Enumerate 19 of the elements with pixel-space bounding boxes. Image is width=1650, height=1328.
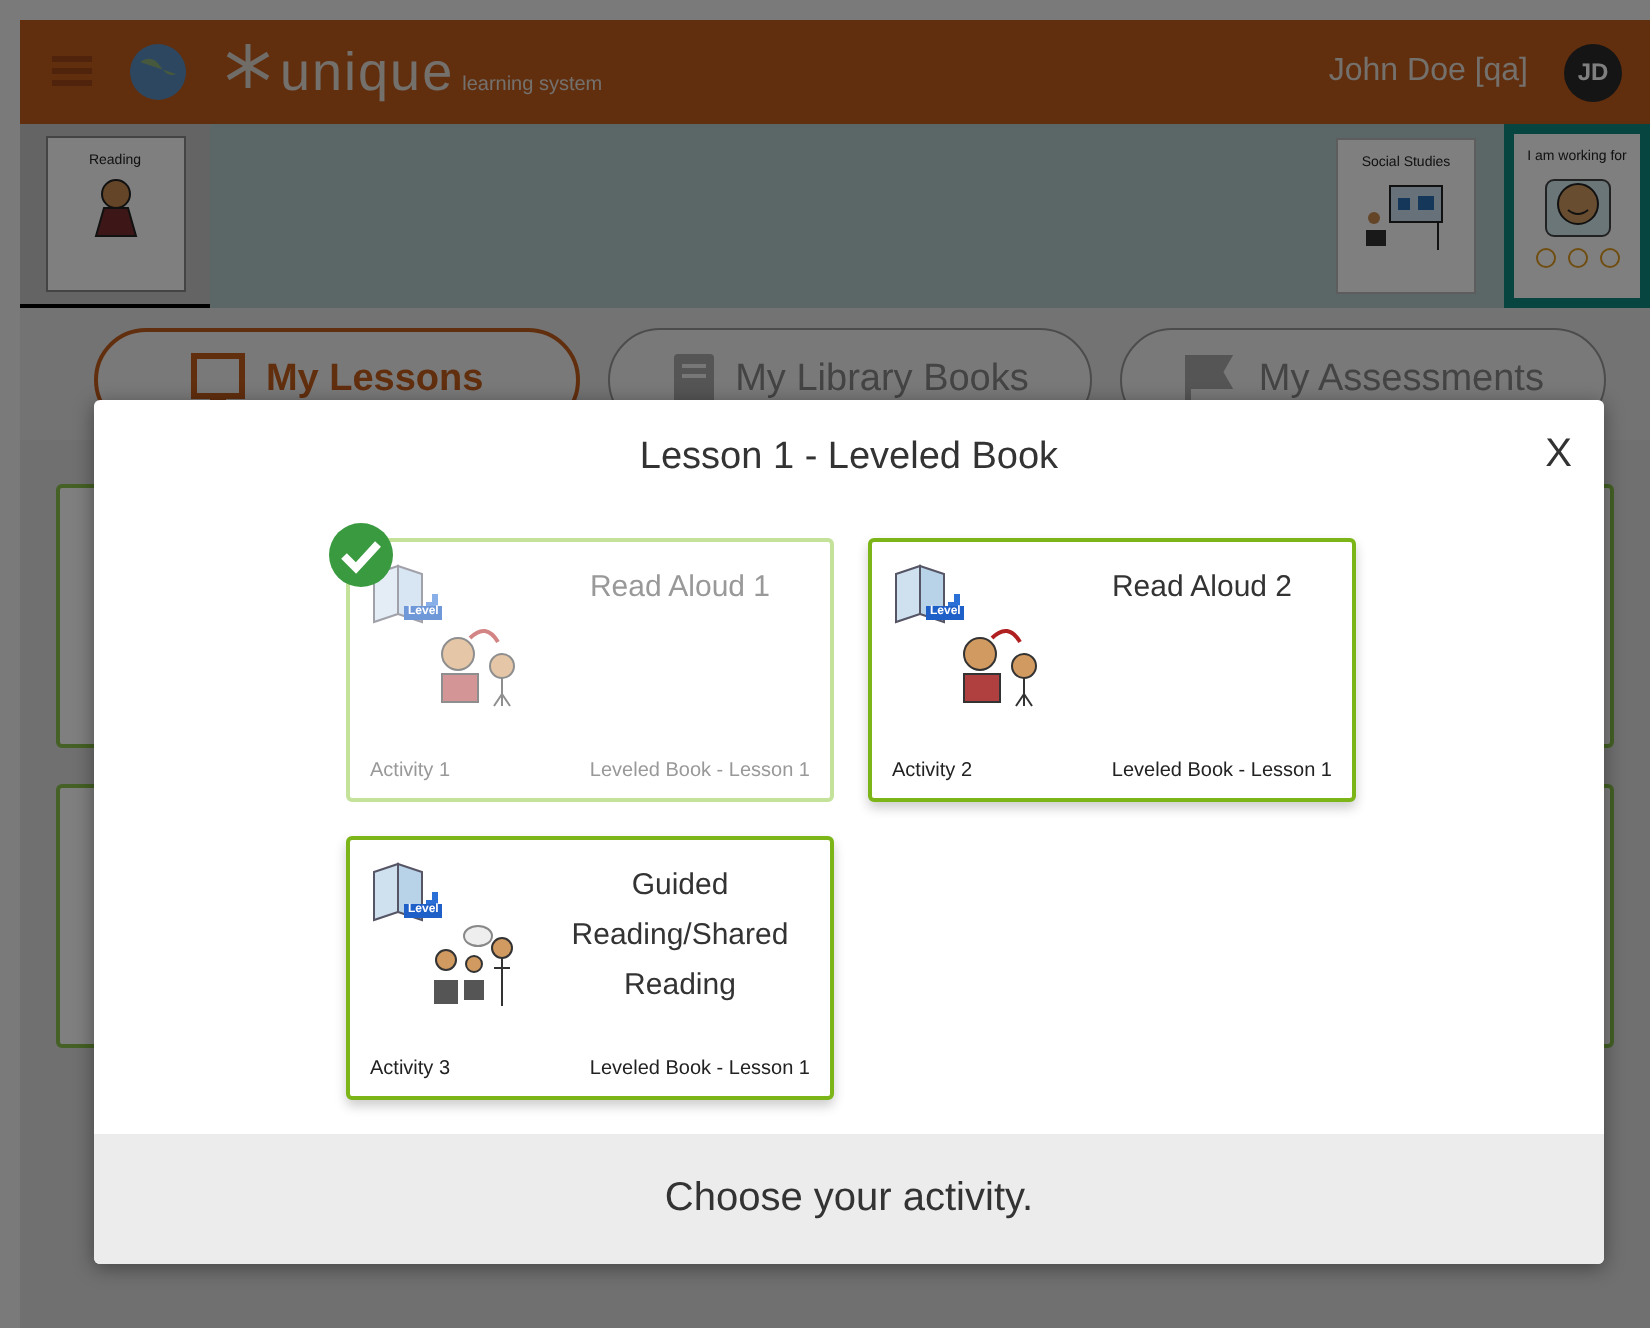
brand-tagline: learning system [462, 73, 603, 95]
activity-number: Activity 1 [370, 760, 451, 782]
user-avatar[interactable]: JD [1564, 43, 1622, 101]
lesson-name: Leveled Book - Lesson 1 [589, 760, 810, 782]
footer-prompt: Choose your activity. [664, 1176, 1034, 1222]
globe-logo-icon [128, 42, 188, 102]
snowflake-icon [224, 41, 272, 89]
lesson-name: Leveled Book - Lesson 1 [589, 1058, 810, 1080]
brand-name: unique [280, 41, 455, 103]
close-button[interactable]: X [1545, 432, 1572, 478]
activity-title: Read Aloud 1 [587, 568, 773, 608]
dialog-title: Lesson 1 - Leveled Book [639, 436, 1059, 480]
token-circles-drawing [1535, 248, 1619, 268]
checkmark-icon [328, 522, 394, 588]
lesson-name: Leveled Book - Lesson 1 [1111, 760, 1332, 782]
activity-number: Activity 3 [370, 1058, 451, 1080]
activity-title: Read Aloud 2 [1109, 568, 1295, 608]
activity-title: Guided Reading/Shared Reading [569, 866, 791, 1006]
activity-number: Activity 2 [892, 760, 973, 782]
